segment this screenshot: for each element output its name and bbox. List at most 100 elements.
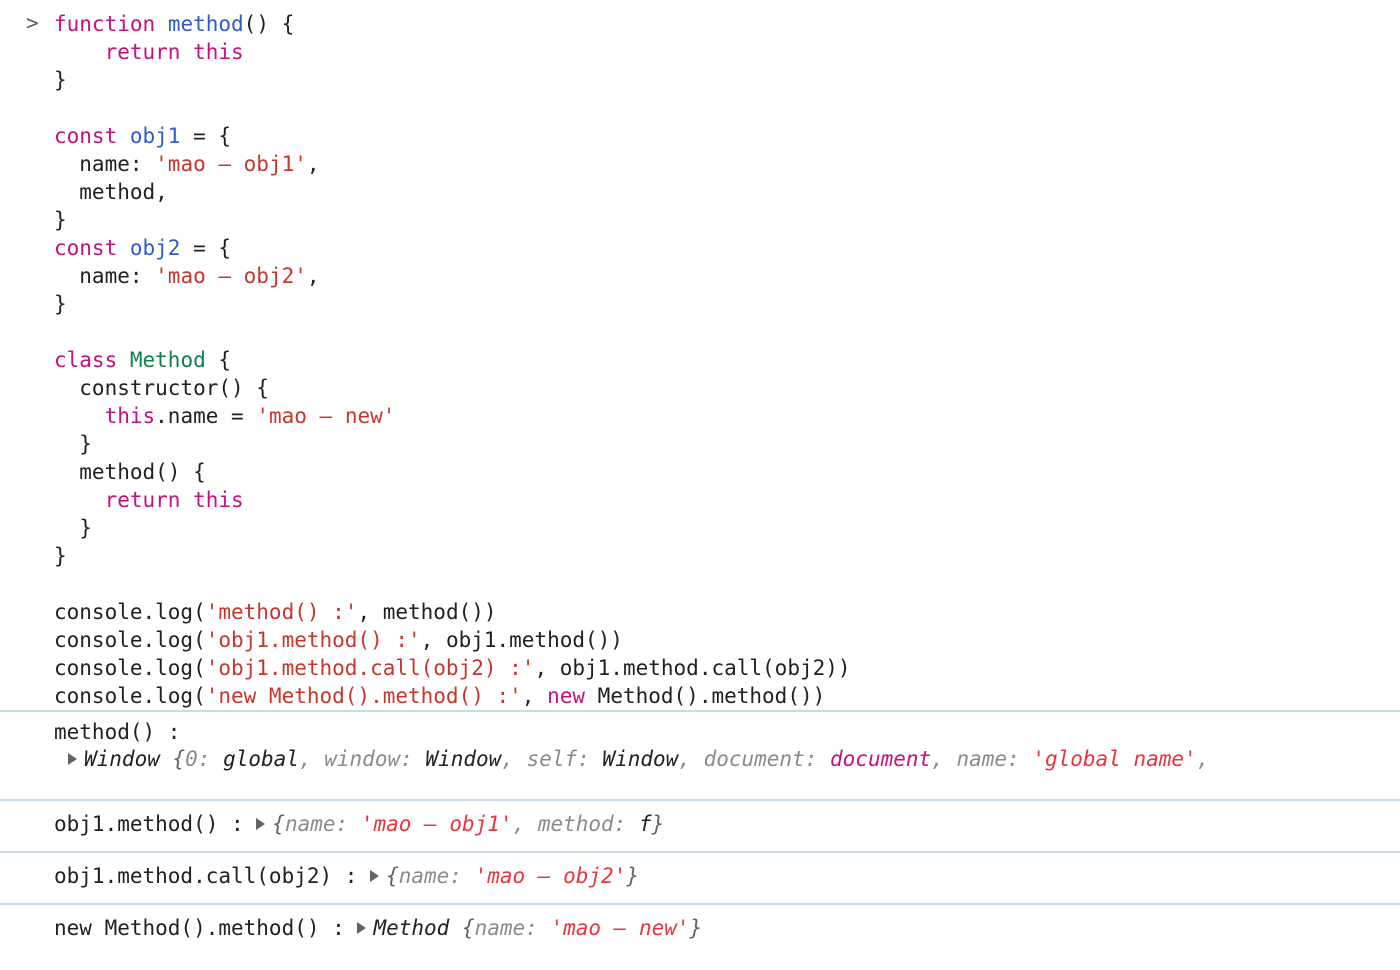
code-token-plain: , method()) <box>357 600 496 624</box>
console-output-value[interactable]: Window {0: global, window: Window, self:… <box>54 747 1400 771</box>
code-token-kw: return this <box>105 488 244 512</box>
code-token-plain: , obj1.method()) <box>421 628 623 652</box>
code-line: } <box>54 542 1400 570</box>
object-property-separator: , <box>931 747 956 771</box>
code-token-plain: method() { <box>54 460 206 484</box>
object-property-separator: , <box>1197 747 1210 771</box>
code-line: name: 'mao – obj2', <box>54 262 1400 290</box>
console-output-row[interactable]: obj1.method() : {name: 'mao – obj1', met… <box>0 799 1400 851</box>
code-token-punct: , <box>307 264 320 288</box>
code-token-fn: method <box>168 12 244 36</box>
console-output-row[interactable]: new Method().method() : Method {name: 'm… <box>0 903 1400 955</box>
disclosure-triangle-icon[interactable] <box>68 753 77 765</box>
object-constructor-name: Method <box>373 916 462 940</box>
code-line: console.log('method() :', method()) <box>54 598 1400 626</box>
code-token-plain: name: <box>54 152 155 176</box>
console-output-label: obj1.method() : <box>54 812 256 836</box>
code-token-str: 'method() :' <box>206 600 358 624</box>
prompt-caret-icon: > <box>26 12 42 34</box>
code-line: } <box>54 514 1400 542</box>
code-token-plain: constructor() { <box>54 376 269 400</box>
code-token-punct: , <box>307 152 320 176</box>
object-preview[interactable]: Window {0: global, window: Window, self:… <box>68 747 1209 771</box>
code-token-plain <box>117 236 130 260</box>
code-token-kw: class <box>54 348 117 372</box>
code-token-plain <box>54 488 105 512</box>
object-preview[interactable]: {name: 'mao – obj1', method: f} <box>256 812 664 836</box>
object-property-key: name: <box>475 916 551 940</box>
object-property-value: 'global name' <box>1032 747 1196 771</box>
code-token-punct: } <box>54 516 92 540</box>
code-token-var: obj1 <box>130 124 181 148</box>
code-line: this.name = 'mao – new' <box>54 402 1400 430</box>
console-output-row[interactable]: method() :Window {0: global, window: Win… <box>0 710 1400 799</box>
code-token-kw: const <box>54 124 117 148</box>
code-line: const obj1 = { <box>54 122 1400 150</box>
code-token-plain: console.log( <box>54 684 206 708</box>
object-property-value: 'mao – obj2' <box>475 864 627 888</box>
code-token-plain <box>117 348 130 372</box>
object-property-key: 0: <box>185 747 223 771</box>
disclosure-triangle-icon[interactable] <box>370 870 379 882</box>
disclosure-triangle-icon[interactable] <box>256 818 265 830</box>
console-source-code[interactable]: function method() { return this} const o… <box>0 10 1400 710</box>
console-input-block[interactable]: > function method() { return this} const… <box>0 0 1400 710</box>
code-token-str: 'mao – obj1' <box>155 152 307 176</box>
object-preview[interactable]: {name: 'mao – obj2'} <box>370 864 639 888</box>
code-token-plain: console.log( <box>54 656 206 680</box>
code-token-cls: Method <box>130 348 206 372</box>
object-property-key: name: <box>399 864 475 888</box>
code-line: return this <box>54 486 1400 514</box>
code-line: method() { <box>54 458 1400 486</box>
code-token-str: 'mao – obj2' <box>155 264 307 288</box>
code-token-punct: } <box>54 68 67 92</box>
object-property-value: document <box>830 747 931 771</box>
object-property-value: 'mao – obj1' <box>361 812 513 836</box>
code-token-punct: } <box>54 432 92 456</box>
code-token-plain <box>117 124 130 148</box>
object-property-value: f <box>639 812 652 836</box>
code-token-kw: function <box>54 12 155 36</box>
object-brace-open: { <box>386 864 399 888</box>
console-output-label: obj1.method.call(obj2) : <box>54 864 370 888</box>
code-token-punct: } <box>54 292 67 316</box>
code-token-kw: const <box>54 236 117 260</box>
code-line: } <box>54 430 1400 458</box>
code-token-kw: return this <box>105 40 244 64</box>
code-line <box>54 318 1400 346</box>
devtools-console-panel[interactable]: > function method() { return this} const… <box>0 0 1400 970</box>
object-brace-open: { <box>272 812 285 836</box>
console-output-label: new Method().method() : <box>54 916 357 940</box>
code-token-str: 'new Method().method() :' <box>206 684 522 708</box>
disclosure-triangle-icon[interactable] <box>357 922 366 934</box>
code-line <box>54 94 1400 122</box>
code-token-plain: .name = <box>155 404 256 428</box>
object-property-key: document: <box>704 747 830 771</box>
object-brace-close: } <box>626 864 639 888</box>
code-token-kw: this <box>105 404 156 428</box>
code-line: method, <box>54 178 1400 206</box>
code-line: class Method { <box>54 346 1400 374</box>
code-token-str: 'obj1.method() :' <box>206 628 421 652</box>
code-line: } <box>54 290 1400 318</box>
code-token-plain <box>155 12 168 36</box>
code-token-punct: { <box>206 348 231 372</box>
code-token-plain <box>54 40 105 64</box>
code-line: } <box>54 66 1400 94</box>
code-line: console.log('new Method().method() :', n… <box>54 682 1400 710</box>
code-token-punct: = { <box>180 236 231 260</box>
object-property-separator: , <box>299 747 324 771</box>
object-property-value: Window <box>602 747 678 771</box>
object-property-key: self: <box>527 747 603 771</box>
code-token-plain: name: <box>54 264 155 288</box>
object-brace-close: } <box>690 916 703 940</box>
code-token-plain: console.log( <box>54 600 206 624</box>
code-line: console.log('obj1.method.call(obj2) :', … <box>54 654 1400 682</box>
code-token-kw: new <box>547 684 585 708</box>
object-property-value: Window <box>425 747 501 771</box>
object-property-separator: , <box>513 812 538 836</box>
object-preview[interactable]: Method {name: 'mao – new'} <box>357 916 702 940</box>
console-output-row[interactable]: obj1.method.call(obj2) : {name: 'mao – o… <box>0 851 1400 903</box>
code-token-plain: , obj1.method.call(obj2)) <box>534 656 850 680</box>
code-token-plain: method, <box>54 180 168 204</box>
